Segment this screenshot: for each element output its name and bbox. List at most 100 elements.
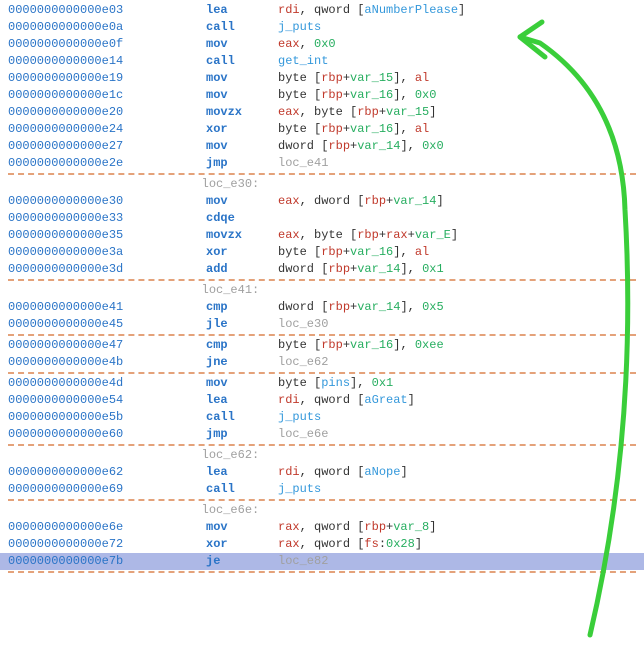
disasm-line[interactable]: 0000000000000e1cmov byte [rbp+var_16], 0…: [0, 87, 644, 104]
mnemonic: je: [206, 554, 220, 568]
disasm-line[interactable]: 0000000000000e27mov dword [rbp+var_14], …: [0, 138, 644, 155]
disasm-line[interactable]: 0000000000000e0acall j_puts: [0, 19, 644, 36]
address: 0000000000000e41: [8, 299, 134, 316]
register: rbp: [364, 520, 386, 534]
disasm-line[interactable]: 0000000000000e4dmov byte [pins], 0x1: [0, 375, 644, 392]
disasm-line[interactable]: 0000000000000e2ejmp loc_e41: [0, 155, 644, 172]
variable: var_16: [350, 88, 393, 102]
mnemonic-col: movzx: [134, 227, 278, 244]
location-label: loc_e41:: [8, 282, 259, 299]
disasm-line[interactable]: 0000000000000e41cmp dword [rbp+var_14], …: [0, 299, 644, 316]
disasm-line[interactable]: 0000000000000e30 mov eax, dword [rbp+var_…: [0, 193, 644, 210]
section-separator: [8, 372, 636, 374]
address: 0000000000000e3d: [8, 261, 134, 278]
operands: loc_e82: [278, 553, 328, 570]
mnemonic-col: call: [134, 53, 278, 70]
section-separator: [8, 334, 636, 336]
disasm-line[interactable]: 0000000000000e3dadd dword [rbp+var_14], …: [0, 261, 644, 278]
punct: :: [379, 537, 386, 551]
variable: var_E: [415, 228, 451, 242]
punct: ]: [458, 3, 465, 17]
address: 0000000000000e60: [8, 426, 134, 443]
punct: byte [: [278, 245, 321, 259]
symbol-ref: get_int: [278, 54, 328, 68]
disasm-line[interactable]: 0000000000000e45jle loc_e30: [0, 316, 644, 333]
address: 0000000000000e03: [8, 2, 134, 19]
punct: , qword [: [300, 520, 365, 534]
address: 0000000000000e7b: [8, 553, 134, 570]
immediate: 0x0: [314, 37, 336, 51]
mnemonic-col: mov: [134, 70, 278, 87]
section-separator: [8, 499, 636, 501]
register: al: [415, 122, 429, 136]
mnemonic: jmp: [206, 156, 228, 170]
disasm-line[interactable]: 0000000000000e24xor byte [rbp+var_16], a…: [0, 121, 644, 138]
punct: , dword [: [300, 194, 365, 208]
punct: ],: [393, 88, 415, 102]
immediate: 0x1: [372, 376, 394, 390]
disasm-line[interactable]: 0000000000000e33cdqe: [0, 210, 644, 227]
punct: ]: [400, 465, 407, 479]
mnemonic-col: jne: [134, 354, 278, 371]
disasm-line[interactable]: 0000000000000e35movzx eax, byte [rbp+rax…: [0, 227, 644, 244]
location-label: loc_e62:: [8, 447, 259, 464]
mnemonic-col: movzx: [134, 104, 278, 121]
disasm-line[interactable]: 0000000000000e0fmov eax, 0x0: [0, 36, 644, 53]
address: 0000000000000e4d: [8, 375, 134, 392]
variable: var_14: [393, 194, 436, 208]
address: 0000000000000e30: [8, 193, 134, 210]
variable: var_16: [350, 245, 393, 259]
disasm-line[interactable]: 0000000000000e20movzx eax, byte [rbp+var…: [0, 104, 644, 121]
address: 0000000000000e62: [8, 464, 134, 481]
punct: byte [: [278, 122, 321, 136]
operands: eax, dword [rbp+var_14]: [278, 193, 444, 210]
operands: rax, qword [fs:0x28]: [278, 536, 422, 553]
disasm-line[interactable]: 0000000000000e47cmp byte [rbp+var_16], 0…: [0, 337, 644, 354]
operands: j_puts: [278, 19, 321, 36]
register: rbp: [364, 194, 386, 208]
register: rbp: [321, 338, 343, 352]
mnemonic-col: jmp: [134, 155, 278, 172]
operands: dword [rbp+var_14], 0x0: [278, 138, 444, 155]
punct: dword [: [278, 262, 328, 276]
disasm-line[interactable]: 0000000000000e03lea rdi, qword [aNumberP…: [0, 2, 644, 19]
punct: , qword [: [300, 3, 365, 17]
mnemonic-col: call: [134, 409, 278, 426]
operands: dword [rbp+var_14], 0x1: [278, 261, 444, 278]
mnemonic-col: je: [134, 553, 278, 570]
disasm-line[interactable]: 0000000000000e69call j_puts: [0, 481, 644, 498]
address: 0000000000000e45: [8, 316, 134, 333]
variable: var_15: [386, 105, 429, 119]
mnemonic: mov: [206, 194, 228, 208]
punct: , byte [: [300, 228, 358, 242]
immediate: 0x0: [415, 88, 437, 102]
mnemonic: movzx: [206, 228, 242, 242]
register: rax: [278, 520, 300, 534]
disasm-line[interactable]: 0000000000000e62lea rdi, qword [aNope]: [0, 464, 644, 481]
disasm-line[interactable]: 0000000000000e72xor rax, qword [fs:0x28]: [0, 536, 644, 553]
disasm-line[interactable]: 0000000000000e5bcall j_puts: [0, 409, 644, 426]
address: 0000000000000e0f: [8, 36, 134, 53]
operands: loc_e62: [278, 354, 328, 371]
address: 0000000000000e14: [8, 53, 134, 70]
mnemonic-col: mov: [134, 193, 278, 210]
disasm-line[interactable]: 0000000000000e60jmp loc_e6e: [0, 426, 644, 443]
mnemonic-col: mov: [134, 375, 278, 392]
mnemonic: lea: [206, 465, 228, 479]
operands: byte [rbp+var_16], al: [278, 244, 429, 261]
disasm-line[interactable]: 0000000000000e6emov rax, qword [rbp+var_…: [0, 519, 644, 536]
disasm-line[interactable]: 0000000000000e3axor byte [rbp+var_16], a…: [0, 244, 644, 261]
mnemonic: movzx: [206, 105, 242, 119]
mnemonic: call: [206, 54, 235, 68]
disasm-line[interactable]: 0000000000000e19mov byte [rbp+var_15], a…: [0, 70, 644, 87]
mnemonic-col: mov: [134, 87, 278, 104]
disasm-line[interactable]: 0000000000000e14 call get_int: [0, 53, 644, 70]
register: rbp: [328, 262, 350, 276]
disasm-line[interactable]: 0000000000000e7b je loc_e82: [0, 553, 644, 570]
disasm-line[interactable]: 0000000000000e4bjne loc_e62: [0, 354, 644, 371]
disasm-line[interactable]: 0000000000000e54lea rdi, qword [aGreat]: [0, 392, 644, 409]
variable: var_8: [393, 520, 429, 534]
mnemonic-col: xor: [134, 536, 278, 553]
punct: byte [: [278, 338, 321, 352]
mnemonic-col: add: [134, 261, 278, 278]
